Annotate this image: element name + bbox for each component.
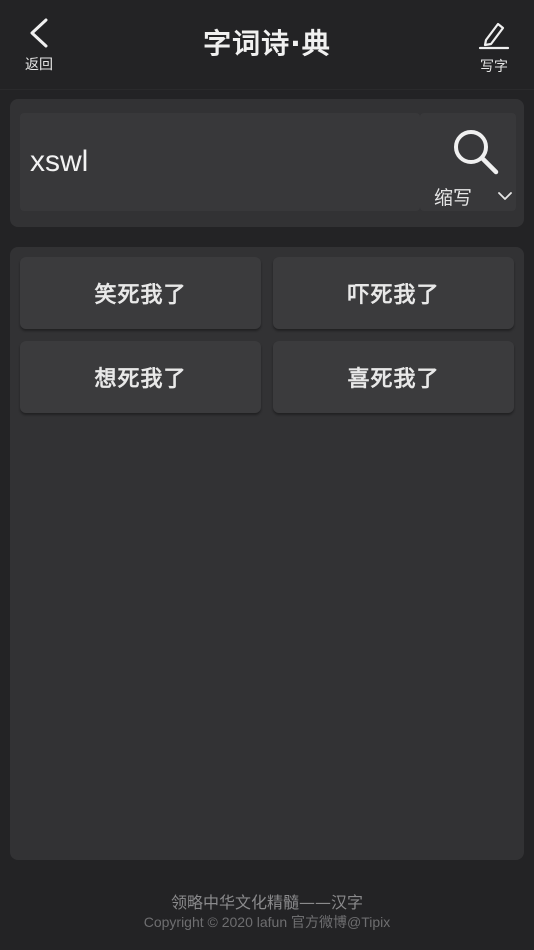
write-button[interactable]: 写字 xyxy=(472,14,516,82)
results-panel: 笑死我了 吓死我了 想死我了 喜死我了 xyxy=(10,247,524,860)
chevron-down-icon[interactable] xyxy=(497,191,513,201)
pencil-icon xyxy=(478,22,510,50)
search-button[interactable]: 缩写 xyxy=(420,113,516,211)
result-item[interactable]: 吓死我了 xyxy=(273,257,514,329)
footer-slogan: 领略中华文化精髓——汉字 xyxy=(170,893,363,912)
search-mode-label[interactable]: 缩写 xyxy=(434,183,472,210)
magnifier-icon xyxy=(454,130,499,175)
write-label: 写字 xyxy=(480,59,508,75)
footer-copyright: Copyright © 2020 lafun 官方微博@Tipix xyxy=(143,914,391,930)
header: 返回 字词诗·典 写字 xyxy=(0,0,534,90)
result-item[interactable]: 笑死我了 xyxy=(20,257,261,329)
search-input[interactable]: xswl xyxy=(20,113,420,211)
page-title: 字词诗·典 xyxy=(203,27,331,60)
app-root: 返回 字词诗·典 写字 xswl 缩写 笑死我了 吓死我了 想死我了 喜死我了 … xyxy=(0,0,534,950)
result-item[interactable]: 想死我了 xyxy=(20,341,261,413)
search-panel: xswl 缩写 xyxy=(10,99,524,227)
result-item[interactable]: 喜死我了 xyxy=(273,341,514,413)
